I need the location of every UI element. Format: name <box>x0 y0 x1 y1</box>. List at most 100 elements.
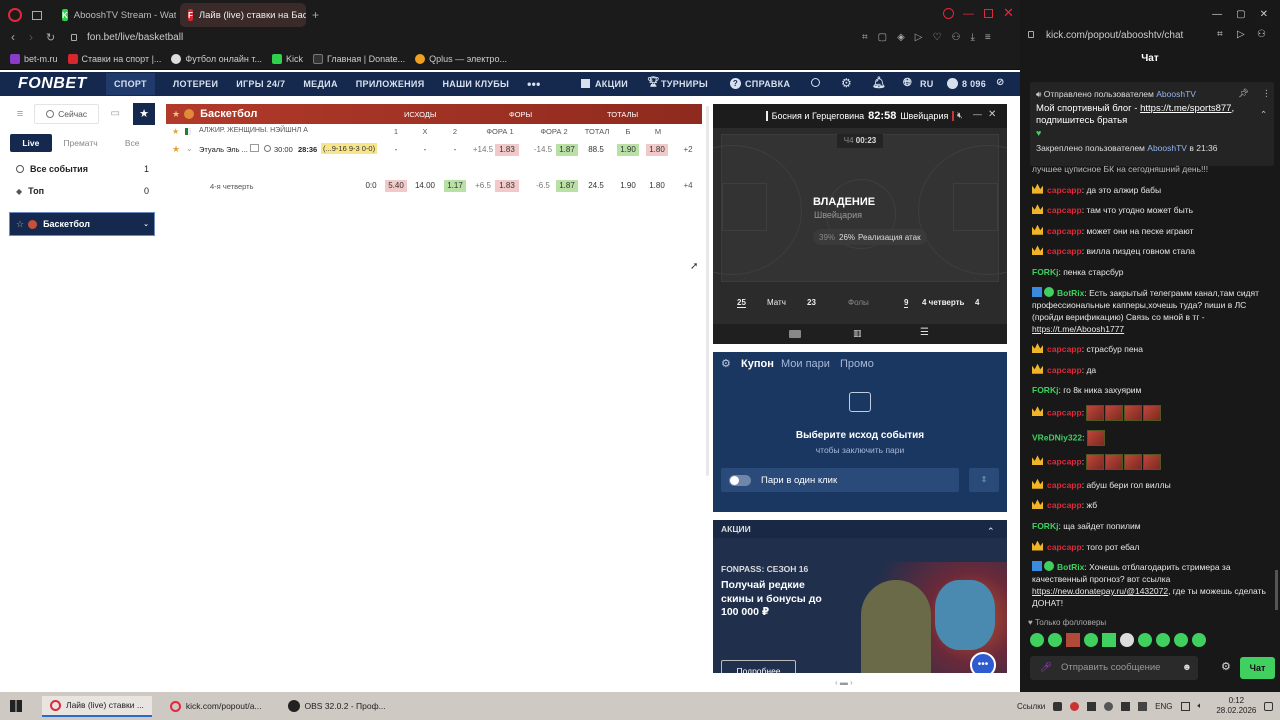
video-filter[interactable]: ▭ <box>103 104 127 124</box>
tray-icon[interactable] <box>1087 701 1097 711</box>
reload-icon[interactable]: ↻ <box>46 31 55 44</box>
emote-icon[interactable] <box>1156 633 1170 647</box>
more-markets[interactable]: +2 <box>680 144 696 156</box>
tray-icon[interactable] <box>1053 701 1063 711</box>
star-icon[interactable]: ☆ <box>16 219 24 230</box>
tab-prematch[interactable]: Прематч <box>56 134 106 152</box>
wallet-icon[interactable] <box>947 78 958 89</box>
tray-icon[interactable] <box>1070 701 1080 711</box>
chat-url[interactable]: kick.com/popout/abooshtv/chat <box>1046 30 1183 41</box>
message-link[interactable]: https://new.donatepay.ru/@1432072 <box>1032 586 1168 596</box>
username[interactable]: BotRix <box>1057 562 1084 572</box>
odd-2[interactable]: - <box>445 144 465 156</box>
search-icon[interactable] <box>811 78 820 87</box>
username[interactable]: VReDNiy322 <box>1032 432 1082 442</box>
message-link[interactable]: https://t.me/Aboosh1777 <box>1032 324 1124 334</box>
nav-games[interactable]: ИГРЫ 24/7 <box>236 79 285 89</box>
stats-icon[interactable] <box>250 144 259 152</box>
q-more-markets[interactable]: +4 <box>680 180 696 192</box>
tab-coupon[interactable]: Купон <box>741 358 774 370</box>
tray-icon[interactable] <box>1138 701 1148 711</box>
emote-icon[interactable] <box>1192 633 1206 647</box>
mic-icon[interactable]: 🎤︎ <box>1040 656 1052 680</box>
total-m-odd[interactable]: 1.80 <box>646 144 668 156</box>
q-fora2-odd[interactable]: 1.87 <box>556 180 578 192</box>
now-filter[interactable]: Сейчас <box>33 104 100 124</box>
emote-icon[interactable] <box>1030 633 1044 647</box>
username[interactable]: сарсарр <box>1047 185 1082 195</box>
emote-icon[interactable] <box>1048 633 1062 647</box>
send-button[interactable]: Чат <box>1240 657 1275 679</box>
league-name[interactable]: АЛЖИР. ЖЕНЩИНЫ. НЭЙШНЛ А <box>199 127 308 134</box>
username[interactable]: BotRix <box>1057 288 1084 298</box>
more-icon[interactable]: ⋮ <box>1262 87 1271 99</box>
quarter-label[interactable]: 4-я четверть <box>210 182 254 191</box>
username[interactable]: FORKj <box>1032 385 1058 395</box>
workspace-icon[interactable] <box>32 10 42 20</box>
expand-icon[interactable]: ⌄ <box>186 144 193 153</box>
tab-promo[interactable]: Промо <box>840 358 874 370</box>
windows-start-icon[interactable] <box>10 700 22 712</box>
mute-icon[interactable]: 🔇︎ <box>957 110 963 121</box>
chevron-up-icon[interactable]: ⌃ <box>987 522 995 540</box>
nav-apps[interactable]: ПРИЛОЖЕНИЯ <box>356 79 425 89</box>
q-total-b-odd[interactable]: 1.90 <box>617 180 639 192</box>
emote-icon[interactable] <box>1120 633 1134 647</box>
clock[interactable]: 0:12 28.02.2026 <box>1216 696 1256 716</box>
balance[interactable]: 8 096 <box>962 79 986 89</box>
fora1-odd[interactable]: 1.83 <box>495 144 519 156</box>
nav-lotteries[interactable]: ЛОТЕРЕИ <box>173 79 218 89</box>
match-star-icon[interactable]: ★ <box>172 144 180 155</box>
translate-icon[interactable]: ⌗ <box>862 32 868 43</box>
taskbar-item-browser[interactable]: Лайв (live) ставки ... <box>42 695 152 717</box>
language-indicator[interactable]: ENG <box>1155 702 1172 711</box>
minimize-icon[interactable]: — <box>973 109 982 119</box>
tab-my-bets[interactable]: Мои пари <box>781 358 830 370</box>
emote-icon[interactable] <box>1102 633 1116 647</box>
username[interactable]: сарсарр <box>1047 344 1082 354</box>
pinned-link[interactable]: https://t.me/sports877 <box>1140 103 1231 114</box>
col-handicaps[interactable]: ФОРЫ <box>509 110 532 119</box>
opera-logo-icon[interactable] <box>8 8 22 22</box>
taskbar-item-kick[interactable]: kick.com/popout/a... <box>162 697 270 716</box>
q-odd-x[interactable]: 14.00 <box>412 180 438 192</box>
maximize-icon[interactable] <box>984 9 993 18</box>
lang-label[interactable]: RU <box>920 79 934 89</box>
emote-icon[interactable] <box>1066 633 1080 647</box>
username[interactable]: сарсарр <box>1047 407 1082 417</box>
tab-fonbet[interactable]: F Лайв (live) ставки на Бас <box>180 3 306 27</box>
play-icon[interactable]: ▷ <box>915 32 923 43</box>
shield-icon[interactable]: ◈ <box>897 32 905 43</box>
odd-1[interactable]: - <box>386 144 406 156</box>
total-b-odd[interactable]: 1.90 <box>617 144 639 156</box>
promo-pager[interactable]: ‹ ▬ › <box>835 678 853 687</box>
volume-icon[interactable]: 🔈︎ <box>1198 701 1203 711</box>
center-scrollbar[interactable] <box>706 106 709 476</box>
tab-kick-stream[interactable]: K AbooshTV Stream - Watc <box>54 3 176 27</box>
username[interactable]: FORKj <box>1032 267 1058 277</box>
sliders-icon[interactable]: ≡ <box>10 104 30 124</box>
nav-media[interactable]: МЕДИА <box>303 79 337 89</box>
username[interactable]: FORKj <box>1032 521 1058 531</box>
emote-icon[interactable] <box>1084 633 1098 647</box>
minimize-icon[interactable]: — <box>1212 9 1222 20</box>
close-window-icon[interactable]: ✕ <box>1260 9 1268 20</box>
translate-icon[interactable]: ⌗ <box>1217 29 1223 40</box>
url-field[interactable]: fon.bet/live/basketball <box>87 32 183 43</box>
settings-icon[interactable]: ⚙ <box>841 76 852 90</box>
chat-input[interactable]: 🎤︎ Отправить сообщение ☻ <box>1030 656 1198 680</box>
league-star-icon[interactable]: ★ <box>172 127 179 136</box>
promo-more-button[interactable]: Подробнее <box>721 660 796 673</box>
q-odd-2[interactable]: 1.17 <box>444 180 466 192</box>
tab-live[interactable]: Live <box>10 134 52 152</box>
username[interactable]: сарсарр <box>1047 365 1082 375</box>
links-toolbar[interactable]: Ссылки <box>1017 702 1045 711</box>
globe-icon[interactable]: 🌐︎ <box>903 77 912 90</box>
nav-help[interactable]: СПРАВКА <box>745 79 790 89</box>
col-outcomes[interactable]: ИСХОДЫ <box>404 110 437 119</box>
minimize-icon[interactable]: — <box>963 8 974 20</box>
one-click-bar[interactable]: Пари в один клик <box>721 468 959 492</box>
snapshot-icon[interactable]: ▢ <box>878 32 887 43</box>
close-icon[interactable]: ✕ <box>988 109 996 120</box>
chat-bubble-icon[interactable]: ••• <box>970 652 996 673</box>
